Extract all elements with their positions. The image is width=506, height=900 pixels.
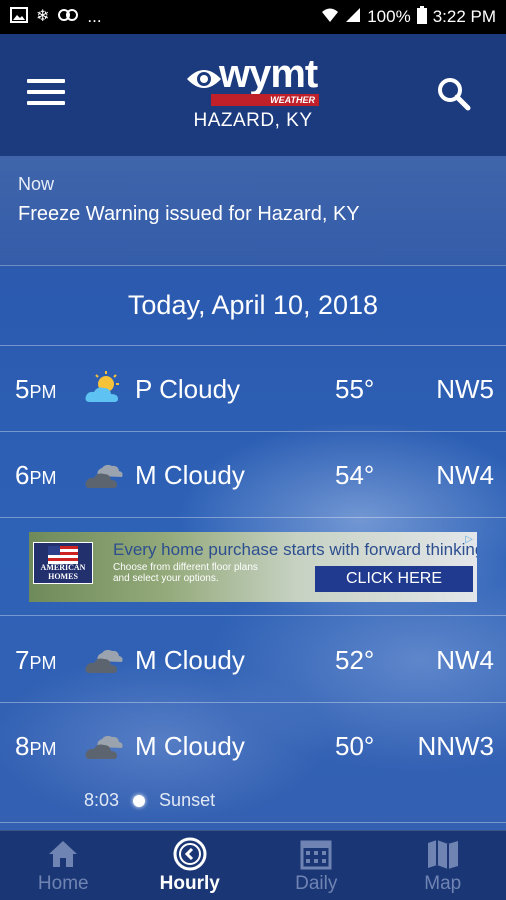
app-header: wymt WEATHER HAZARD, KY — [0, 34, 506, 156]
mostly-cloudy-icon — [85, 649, 123, 673]
nav-daily-label: Daily — [295, 873, 338, 894]
hour-wind: NW4 — [436, 460, 494, 490]
battery-percent: 100% — [367, 7, 411, 26]
station-logo: wymt WEATHER — [185, 52, 325, 106]
hour-condition: M Cloudy — [135, 645, 245, 675]
notification-more: ... — [87, 7, 102, 26]
clock-icon — [173, 837, 207, 871]
search-button[interactable] — [436, 76, 472, 112]
ad-fine-print: Choose from different floor plans and sel… — [113, 562, 258, 584]
menu-button[interactable] — [27, 79, 67, 111]
nav-map-label: Map — [424, 873, 462, 894]
sun-icon — [133, 794, 146, 807]
hour-time: 7PM — [15, 645, 57, 675]
adchoices-icon[interactable]: ▷ — [463, 534, 475, 546]
nav-hourly-label: Hourly — [159, 873, 220, 894]
hour-wind: NNW3 — [417, 731, 494, 761]
sunset-time: 8:03 — [84, 790, 120, 810]
hour-condition: M Cloudy — [135, 460, 245, 490]
snowflake-icon: ❄ — [36, 8, 50, 25]
hour-condition: M Cloudy — [135, 731, 245, 761]
status-bar: ❄ ... 100% 3:22 PM — [0, 0, 506, 34]
alert-message: Freeze Warning issued for Hazard, KY — [18, 203, 360, 225]
hour-condition: P Cloudy — [135, 374, 241, 404]
date-label: Today, April 10, 2018 — [127, 290, 379, 320]
flag-icon — [48, 546, 78, 564]
weather-alert[interactable]: Now Freeze Warning issued for Hazard, KY — [0, 156, 506, 266]
advertisement-banner[interactable]: AMERICAN HOMES Every home purchase starts… — [29, 532, 477, 602]
sunset-label: Sunset — [159, 790, 216, 810]
bottom-navigation: Home Hourly Daily Map — [0, 830, 506, 900]
sync-icon — [57, 7, 79, 27]
mostly-cloudy-icon — [85, 735, 123, 759]
date-header: Today, April 10, 2018 — [0, 266, 506, 346]
ad-row: AMERICAN HOMES Every home purchase starts… — [0, 518, 506, 616]
signal-icon — [345, 7, 361, 27]
partly-cloudy-icon — [85, 371, 119, 402]
hour-temp: 54° — [335, 460, 375, 490]
nav-home[interactable]: Home — [0, 831, 127, 900]
sunset-info: 8:03 Sunset — [84, 790, 215, 811]
cbs-eye-icon — [187, 70, 221, 88]
hourly-row[interactable]: 7PM M Cloudy 52° NW4 — [0, 617, 506, 703]
hour-temp: 50° — [335, 731, 375, 761]
hour-temp: 52° — [335, 645, 375, 675]
nav-home-label: Home — [37, 873, 89, 894]
hour-temp: 55° — [335, 374, 375, 404]
nav-daily[interactable]: Daily — [253, 831, 380, 900]
logo-subtitle: WEATHER — [211, 94, 319, 106]
mostly-cloudy-icon — [85, 464, 123, 488]
hour-time: 5PM — [15, 374, 57, 404]
search-icon — [438, 78, 471, 111]
hamburger-icon — [27, 79, 65, 83]
hourly-row[interactable]: 8PM M Cloudy 50° NNW3 8:03 Sunset — [0, 703, 506, 823]
battery-icon — [416, 6, 427, 28]
alert-time: Now — [18, 174, 55, 194]
hour-time: 8PM — [15, 731, 57, 761]
location-label: HAZARD, KY — [193, 110, 313, 131]
home-icon — [49, 841, 78, 867]
hourly-row[interactable]: 6PM M Cloudy 54° NW4 — [0, 432, 506, 518]
hour-wind: NW4 — [436, 645, 494, 675]
ad-logo: AMERICAN HOMES — [33, 542, 93, 584]
calendar-icon — [300, 840, 332, 870]
image-icon — [10, 7, 28, 27]
ad-headline: Every home purchase starts with forward … — [113, 540, 477, 559]
hour-time: 6PM — [15, 460, 57, 490]
hourly-row[interactable]: 5PM P Cloudy 55° NW5 — [0, 346, 506, 432]
ad-click-button[interactable]: CLICK HERE — [315, 566, 473, 592]
nav-map[interactable]: Map — [380, 831, 506, 900]
map-icon — [427, 840, 458, 869]
logo-brand: wymt — [219, 52, 318, 96]
nav-hourly[interactable]: Hourly — [127, 831, 254, 900]
clock-time: 3:22 PM — [432, 7, 496, 26]
hour-wind: NW5 — [436, 374, 494, 404]
wifi-icon — [321, 7, 339, 27]
